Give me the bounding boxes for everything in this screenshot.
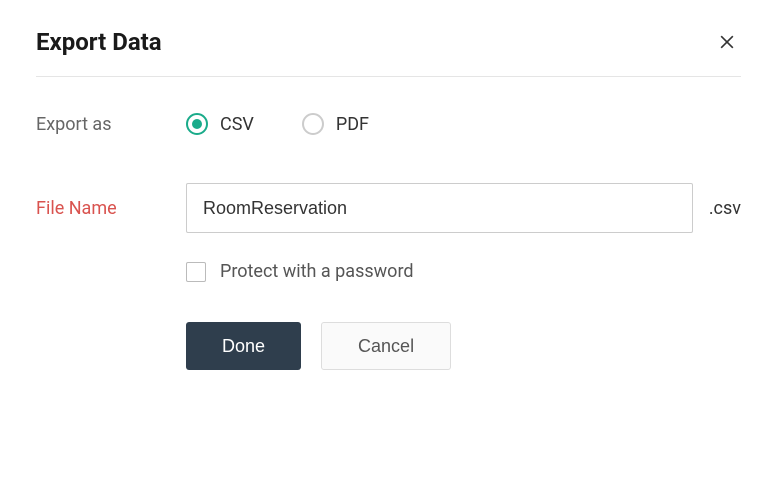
protect-password-label: Protect with a password: [220, 261, 414, 282]
export-as-csv-label: CSV: [220, 114, 254, 135]
export-as-radio-group: CSV PDF: [186, 113, 369, 135]
close-icon: [717, 32, 737, 52]
file-extension-label: .csv: [709, 198, 741, 219]
radio-unselected-icon: [302, 113, 324, 135]
file-name-input[interactable]: [186, 183, 693, 233]
cancel-button[interactable]: Cancel: [321, 322, 451, 370]
dialog-title: Export Data: [36, 28, 162, 56]
export-as-csv-option[interactable]: CSV: [186, 113, 254, 135]
protect-password-checkbox[interactable]: [186, 262, 206, 282]
export-as-label: Export as: [36, 114, 186, 135]
close-button[interactable]: [713, 28, 741, 56]
radio-selected-icon: [186, 113, 208, 135]
export-as-pdf-option[interactable]: PDF: [302, 113, 369, 135]
export-as-pdf-label: PDF: [336, 114, 369, 135]
file-name-label: File Name: [36, 198, 186, 219]
done-button[interactable]: Done: [186, 322, 301, 370]
